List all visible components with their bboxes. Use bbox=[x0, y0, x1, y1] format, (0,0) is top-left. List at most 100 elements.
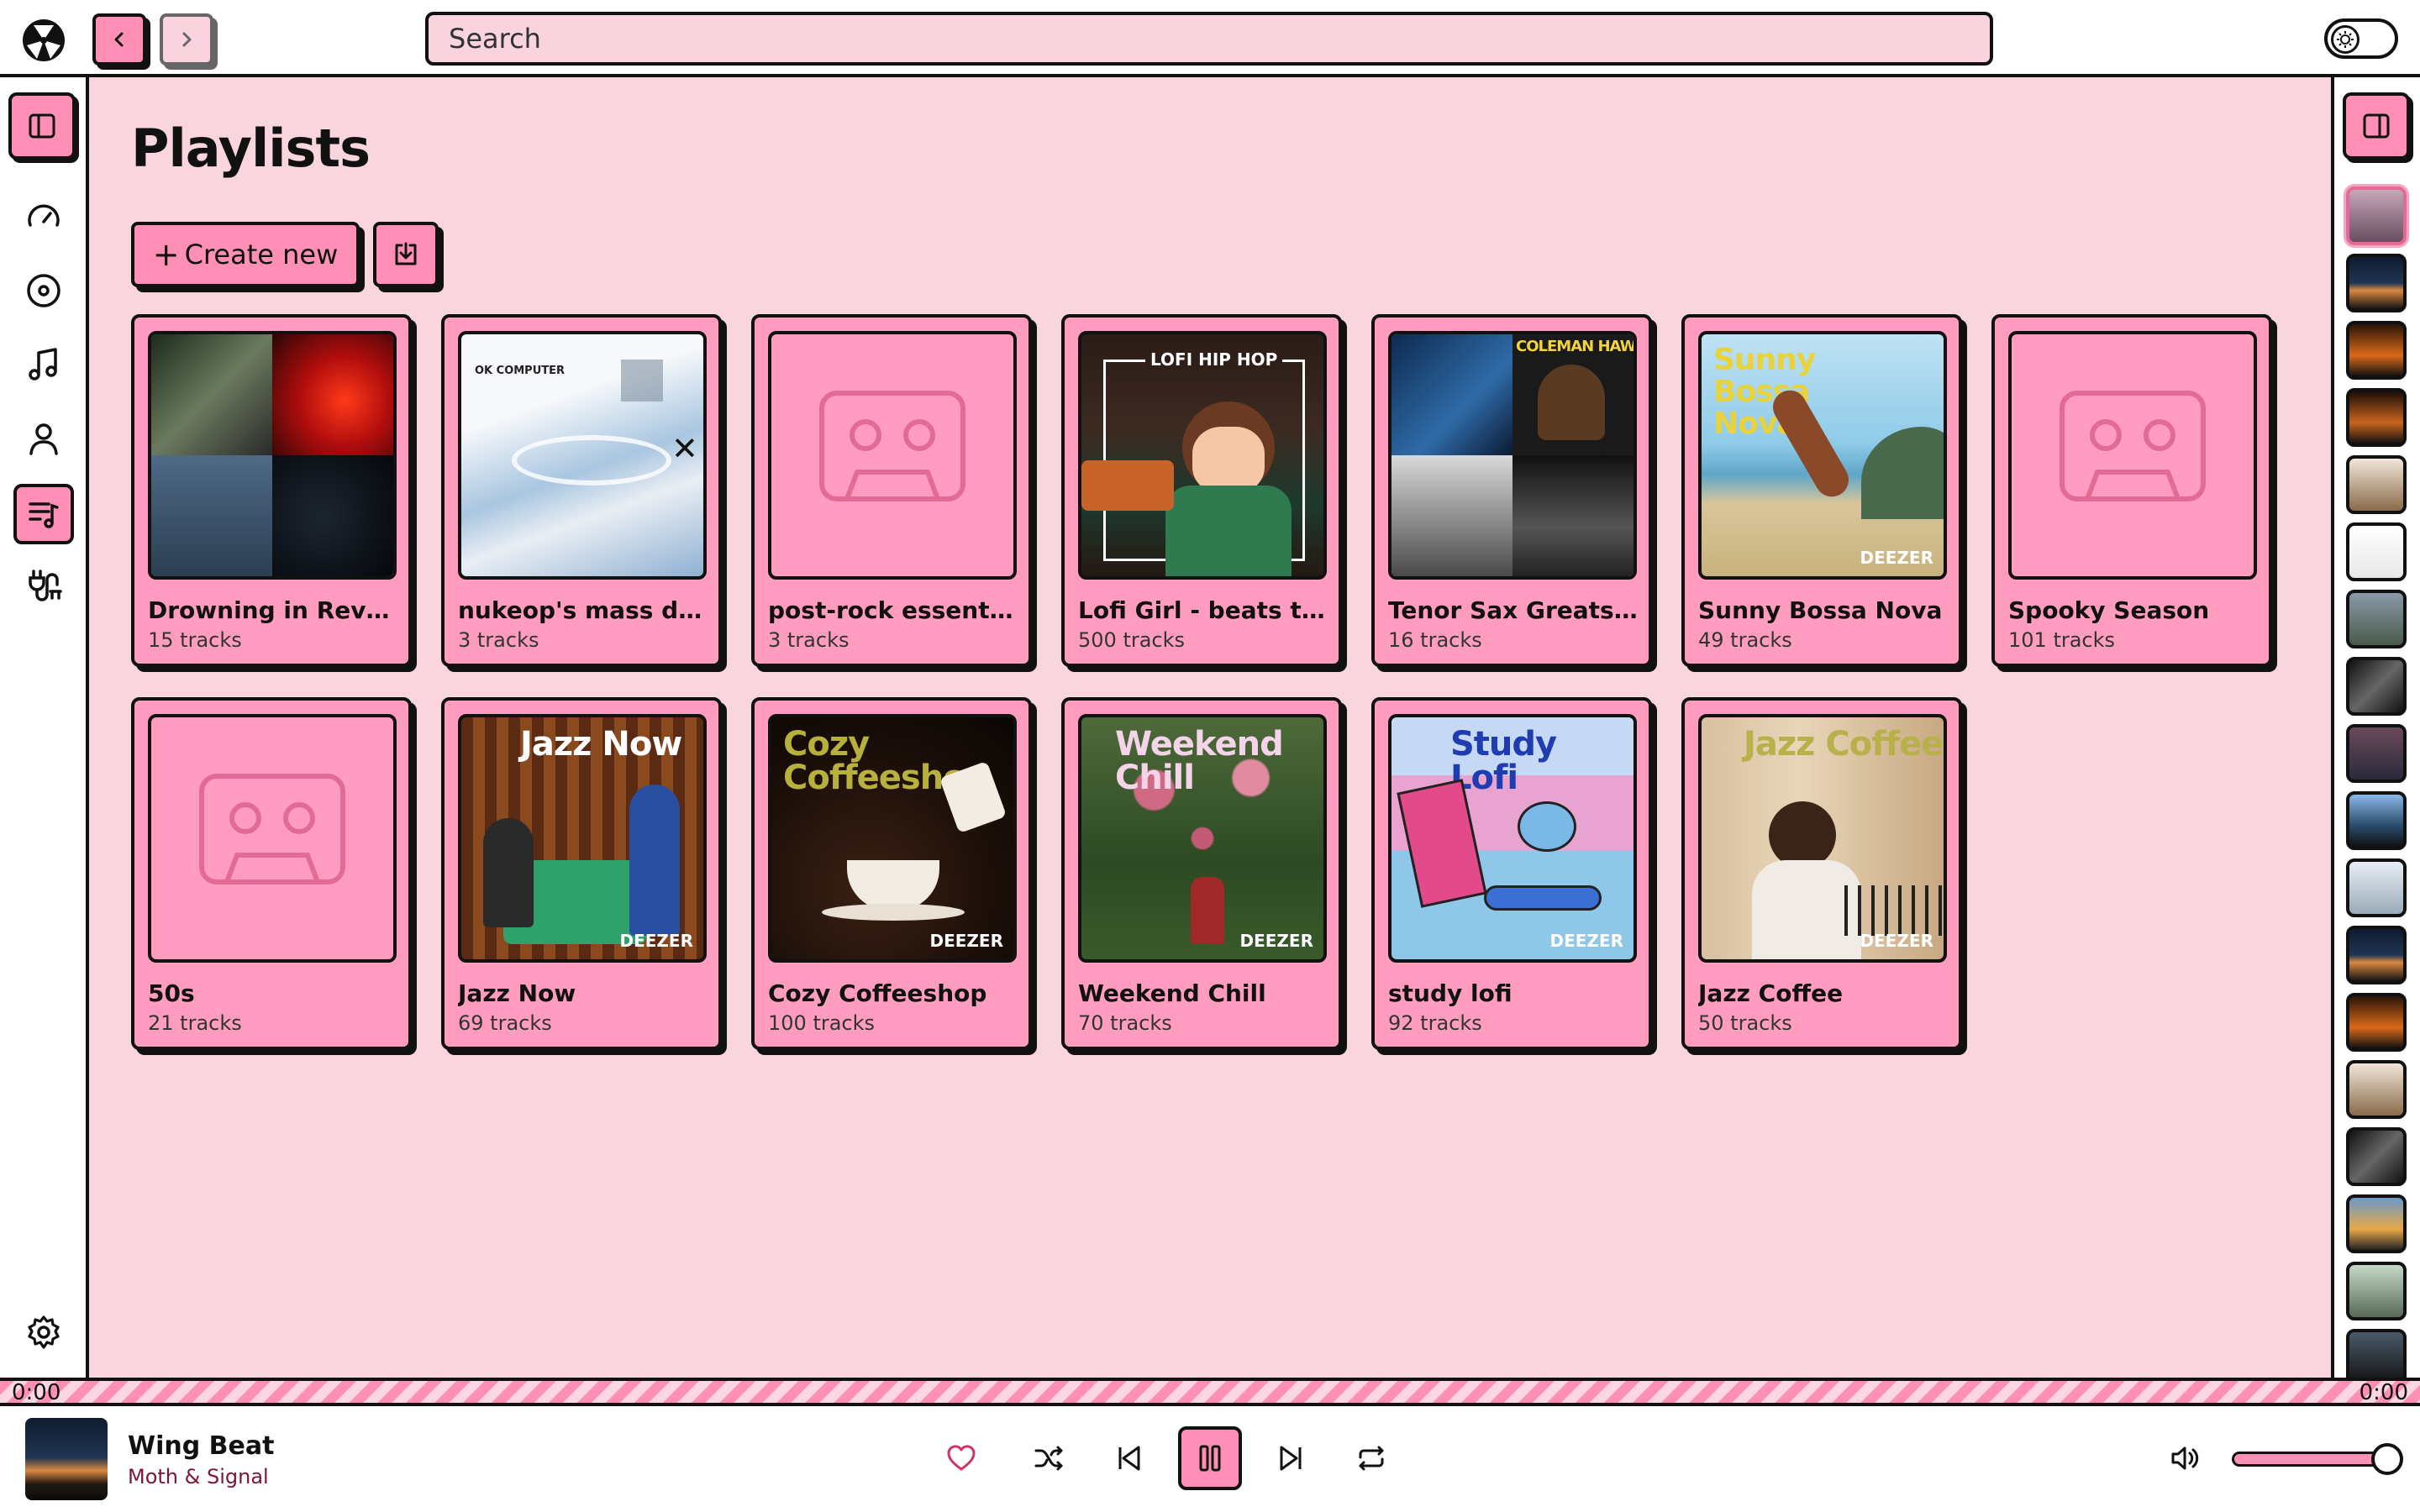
chevron-right-icon bbox=[182, 32, 192, 47]
volume-slider-handle[interactable] bbox=[2371, 1443, 2403, 1475]
queue-item-thumbnail[interactable] bbox=[2346, 791, 2407, 850]
import-playlist-button[interactable] bbox=[373, 222, 439, 287]
queue-item-thumbnail[interactable] bbox=[2346, 1060, 2407, 1119]
create-new-label: Create new bbox=[184, 239, 339, 270]
theme-toggle[interactable] bbox=[2324, 18, 2398, 59]
sidebar-item-home[interactable] bbox=[24, 197, 64, 237]
volume-slider[interactable] bbox=[2232, 1443, 2403, 1475]
volume-slider-track bbox=[2232, 1452, 2391, 1467]
search-input[interactable] bbox=[425, 12, 1993, 66]
volume-icon bbox=[2171, 1446, 2199, 1470]
playlist-card[interactable]: Weekend Chill DEEZER Weekend Chill 70 track… bbox=[1061, 697, 1342, 1050]
queue-item-thumbnail[interactable] bbox=[2346, 590, 2407, 648]
pause-button[interactable] bbox=[1178, 1426, 1242, 1490]
queue-item-thumbnail[interactable] bbox=[2346, 993, 2407, 1052]
deezer-brand: DEEZER bbox=[1549, 931, 1624, 951]
playlist-cover-placeholder bbox=[148, 714, 397, 963]
settings-button[interactable] bbox=[24, 1312, 64, 1352]
queue-item-thumbnail[interactable] bbox=[2346, 522, 2407, 581]
playlist-track-count: 15 tracks bbox=[148, 628, 242, 652]
page-title: Playlists bbox=[131, 118, 371, 179]
playlist-card[interactable]: OK COMPUTER✕ nukeop's mass dest... 3 track… bbox=[441, 314, 722, 667]
playlist-card[interactable]: Drowning in Reverb ... 15 tracks bbox=[131, 314, 412, 667]
playlist-track-count: 21 tracks bbox=[148, 1011, 242, 1035]
previous-track-button[interactable] bbox=[1109, 1438, 1150, 1478]
queue-item-thumbnail[interactable] bbox=[2346, 926, 2407, 984]
queue-item-thumbnail[interactable] bbox=[2346, 1329, 2407, 1378]
theme-toggle-knob-icon bbox=[2331, 25, 2360, 54]
create-new-playlist-button[interactable]: + Create new bbox=[131, 222, 360, 287]
playlist-track-count: 16 tracks bbox=[1388, 628, 1482, 652]
playlist-track-count: 70 tracks bbox=[1078, 1011, 1172, 1035]
sidebar-item-connections[interactable] bbox=[24, 566, 64, 606]
shuffle-icon bbox=[1034, 1446, 1063, 1471]
playlist-track-count: 101 tracks bbox=[2008, 628, 2116, 652]
queue-item-thumbnail[interactable] bbox=[2346, 388, 2407, 447]
queue-item-thumbnail[interactable] bbox=[2346, 1194, 2407, 1253]
sidebar-item-artists[interactable] bbox=[24, 418, 64, 459]
sidebar-item-tracks[interactable] bbox=[24, 344, 64, 385]
playlist-card[interactable]: 50s 21 tracks bbox=[131, 697, 412, 1050]
playlist-card[interactable]: Study Lofi DEEZER study lofi 92 tracks bbox=[1371, 697, 1652, 1050]
queue-item-thumbnail[interactable] bbox=[2346, 858, 2407, 917]
repeat-button[interactable] bbox=[1351, 1438, 1392, 1478]
queue-item-thumbnail[interactable] bbox=[2346, 455, 2407, 514]
cover-text: Jazz Now bbox=[520, 725, 682, 764]
elapsed-time: 0:00 bbox=[12, 1380, 61, 1405]
queue-item-thumbnail[interactable] bbox=[2346, 724, 2407, 783]
playlist-card[interactable]: Sunny Bossa Nova DEEZER Sunny Bossa Nova 49… bbox=[1681, 314, 1962, 667]
playlist-card[interactable]: LOFI HIP HOP Lofi Girl - beats to r... 500… bbox=[1061, 314, 1342, 667]
playlist-card[interactable]: Spooky Season 101 tracks bbox=[1991, 314, 2272, 667]
playlist-name: Lofi Girl - beats to r... bbox=[1078, 596, 1330, 624]
playlist-card[interactable]: post-rock essentials 3 tracks bbox=[751, 314, 1032, 667]
toggle-right-sidebar-button[interactable] bbox=[2343, 92, 2410, 160]
next-track-button[interactable] bbox=[1270, 1438, 1311, 1478]
playlist-name: study lofi bbox=[1388, 979, 1512, 1007]
heart-icon bbox=[947, 1445, 976, 1471]
toggle-left-sidebar-button[interactable] bbox=[8, 92, 76, 160]
cassette-icon bbox=[2060, 391, 2206, 501]
queue-item-thumbnail[interactable] bbox=[2346, 254, 2407, 312]
cassette-icon bbox=[819, 391, 965, 501]
playlist-name: Weekend Chill bbox=[1078, 979, 1266, 1007]
cover-text: COLEMAN HAWKINS bbox=[1516, 338, 1636, 355]
sidebar-item-albums[interactable] bbox=[24, 270, 64, 311]
favorite-button[interactable] bbox=[941, 1438, 981, 1478]
playlist-card[interactable]: Jazz Now DEEZER Jazz Now 69 tracks bbox=[441, 697, 722, 1050]
skip-forward-icon bbox=[1280, 1446, 1302, 1471]
queue-item-thumbnail[interactable] bbox=[2346, 1127, 2407, 1186]
back-button[interactable] bbox=[92, 13, 146, 66]
shuffle-button[interactable] bbox=[1028, 1438, 1069, 1478]
panel-right-icon bbox=[2363, 113, 2390, 139]
queue-item-thumbnail[interactable] bbox=[2346, 1262, 2407, 1320]
volume-button[interactable] bbox=[2165, 1438, 2205, 1478]
playlist-name: Jazz Coffee bbox=[1698, 979, 1844, 1007]
cassette-icon bbox=[199, 774, 345, 885]
playlist-cover: Sunny Bossa Nova DEEZER bbox=[1698, 331, 1947, 580]
app-logo-icon bbox=[22, 18, 66, 62]
cover-text: Weekend Chill bbox=[1115, 725, 1284, 797]
queue-item-thumbnail[interactable] bbox=[2346, 186, 2407, 245]
plus-icon: + bbox=[152, 236, 180, 273]
playlist-card[interactable]: COLEMAN HAWKINS Tenor Sax Greats - ... 16 … bbox=[1371, 314, 1652, 667]
playlist-name: post-rock essentials bbox=[768, 596, 1020, 624]
playlist-cover: OK COMPUTER ✕ bbox=[458, 331, 707, 580]
deezer-brand: DEEZER bbox=[1860, 548, 1934, 568]
now-playing-cover[interactable] bbox=[25, 1418, 108, 1500]
playlist-cover-placeholder bbox=[768, 331, 1017, 580]
playlist-name: Drowning in Reverb ... bbox=[148, 596, 400, 624]
seek-bar[interactable]: 0:00 0:00 bbox=[0, 1378, 2420, 1406]
playlist-track-count: 500 tracks bbox=[1078, 628, 1186, 652]
now-playing-artist[interactable]: Moth & Signal bbox=[128, 1465, 269, 1488]
playlist-card[interactable]: Jazz Coffee DEEZER Jazz Coffee 50 tracks bbox=[1681, 697, 1962, 1050]
playlist-icon bbox=[29, 502, 59, 528]
playlist-cover: Study Lofi DEEZER bbox=[1388, 714, 1637, 963]
queue-item-thumbnail[interactable] bbox=[2346, 321, 2407, 380]
playlist-card[interactable]: Cozy Coffeeshop DEEZER Cozy Coffeeshop 100 … bbox=[751, 697, 1032, 1050]
forward-button[interactable] bbox=[160, 13, 213, 66]
now-playing-title[interactable]: Wing Beat bbox=[128, 1431, 274, 1461]
queue-item-thumbnail[interactable] bbox=[2346, 657, 2407, 716]
total-time: 0:00 bbox=[2359, 1380, 2408, 1405]
sidebar-item-playlists[interactable] bbox=[13, 484, 74, 544]
left-sidebar bbox=[0, 77, 89, 1378]
